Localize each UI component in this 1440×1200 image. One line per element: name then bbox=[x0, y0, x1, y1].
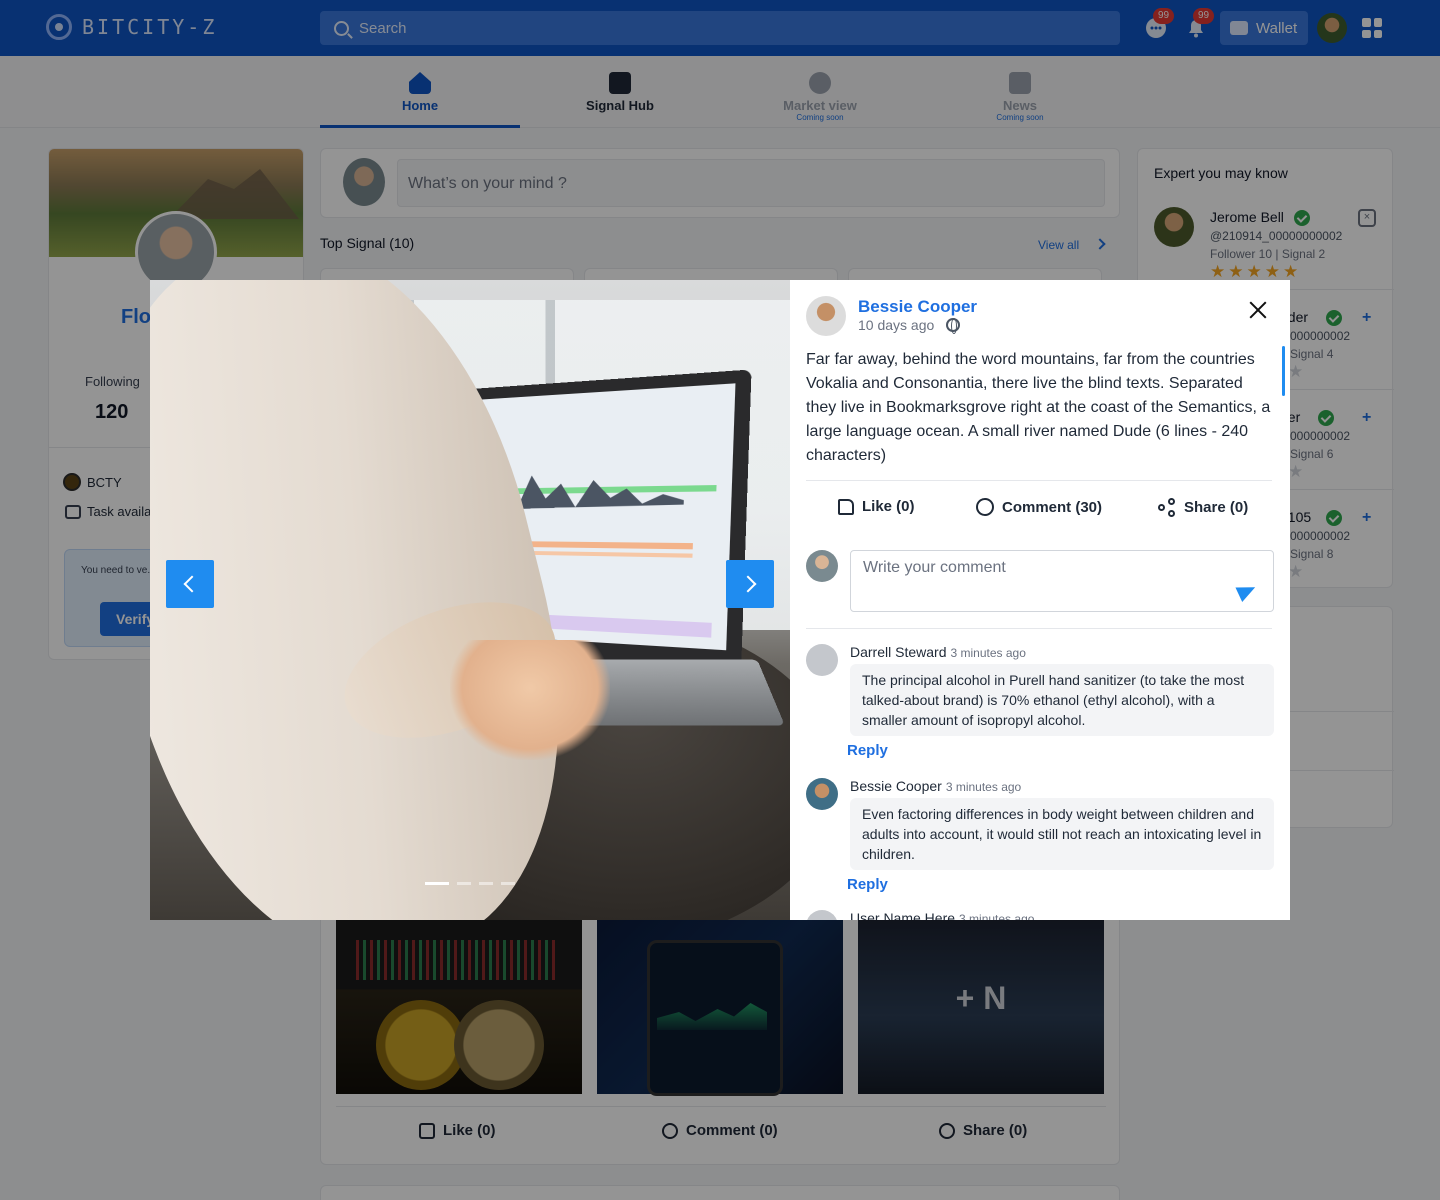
commenter-name[interactable]: User Name Here 3 minutes ago bbox=[850, 910, 1034, 920]
chevron-left-icon bbox=[183, 575, 201, 593]
comment-button[interactable]: Comment (30) bbox=[976, 498, 1102, 516]
commenter-name-text: User Name Here bbox=[850, 910, 956, 920]
chevron-right-icon bbox=[739, 575, 757, 593]
comment-time: 3 minutes ago bbox=[959, 912, 1035, 920]
comment-time: 3 minutes ago bbox=[950, 646, 1026, 660]
commenter-name[interactable]: Darrell Steward 3 minutes ago bbox=[850, 644, 1026, 660]
comment-text: Even factoring differences in body weigh… bbox=[850, 798, 1274, 870]
post-time: 10 days ago bbox=[858, 317, 935, 333]
post-detail-panel: Bessie Cooper 10 days ago Far far away, … bbox=[790, 280, 1290, 920]
scrollbar[interactable] bbox=[1282, 346, 1285, 396]
carousel-dot[interactable] bbox=[479, 882, 493, 885]
carousel-dot[interactable] bbox=[501, 882, 515, 885]
post-lightbox-modal: Bessie Cooper 10 days ago Far far away, … bbox=[150, 280, 1290, 920]
comment-label: Comment (30) bbox=[1002, 498, 1103, 516]
share-label: Share (0) bbox=[1184, 498, 1249, 516]
thumbs-up-icon bbox=[838, 498, 854, 515]
person-hand bbox=[450, 640, 610, 760]
reply-link[interactable]: Reply bbox=[847, 742, 888, 759]
carousel-dot[interactable] bbox=[425, 882, 449, 885]
commenter-name[interactable]: Bessie Cooper 3 minutes ago bbox=[850, 778, 1021, 794]
divider bbox=[806, 480, 1272, 481]
comment-text: The principal alcohol in Purell hand san… bbox=[850, 664, 1274, 736]
like-label: Like (0) bbox=[862, 498, 915, 515]
commenter-name-text: Bessie Cooper bbox=[850, 778, 942, 794]
reply-link[interactable]: Reply bbox=[847, 876, 888, 893]
share-button[interactable]: Share (0) bbox=[1158, 498, 1249, 517]
post-text: Far far away, behind the word mountains,… bbox=[806, 351, 1271, 464]
current-user-avatar bbox=[806, 550, 838, 582]
commenter-name-text: Darrell Steward bbox=[850, 644, 947, 660]
author-name[interactable]: Bessie Cooper bbox=[858, 297, 977, 317]
comment-icon bbox=[976, 498, 994, 516]
comment-input[interactable]: Write your comment bbox=[850, 550, 1274, 612]
post-photo-laptop-chart bbox=[150, 280, 790, 920]
author-avatar[interactable] bbox=[806, 296, 846, 336]
carousel-indicators bbox=[425, 882, 515, 885]
commenter-avatar[interactable] bbox=[806, 910, 838, 920]
next-image-button[interactable] bbox=[726, 560, 774, 608]
close-button[interactable] bbox=[1246, 298, 1270, 322]
globe-icon bbox=[946, 318, 960, 334]
share-icon bbox=[1158, 498, 1176, 517]
carousel-dot[interactable] bbox=[457, 882, 471, 885]
commenter-avatar[interactable] bbox=[806, 778, 838, 810]
divider bbox=[806, 628, 1272, 629]
previous-image-button[interactable] bbox=[166, 560, 214, 608]
user-placeholder-avatar[interactable] bbox=[806, 644, 838, 676]
like-button[interactable]: Like (0) bbox=[838, 498, 915, 515]
comment-time: 3 minutes ago bbox=[945, 780, 1022, 794]
